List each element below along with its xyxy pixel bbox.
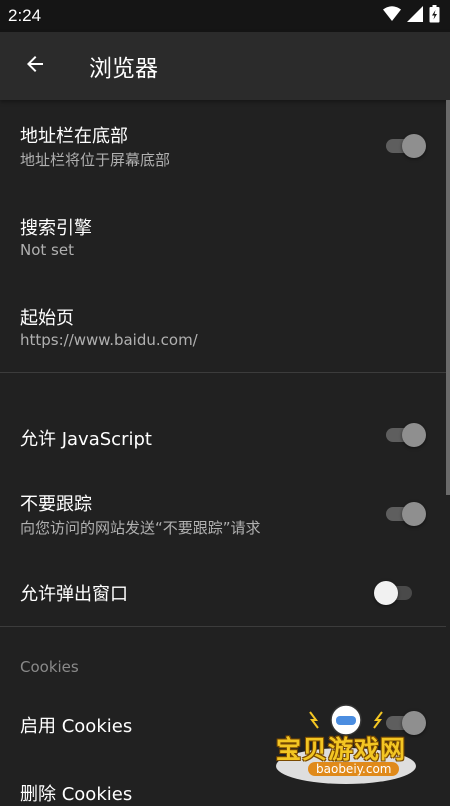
signal-icon xyxy=(407,6,423,26)
status-bar: 2:24 xyxy=(0,0,450,32)
setting-title: 启用 Cookies xyxy=(20,716,133,737)
divider xyxy=(0,372,446,373)
setting-title: 允许 JavaScript xyxy=(20,429,152,450)
setting-subtitle: 向您访问的网站发送“不要跟踪”请求 xyxy=(20,519,261,537)
status-time: 2:24 xyxy=(8,6,42,25)
divider xyxy=(0,626,446,627)
allow-popups-switch[interactable] xyxy=(374,580,416,606)
setting-start-page[interactable]: 起始页 https://www.baidu.com/ xyxy=(0,282,446,372)
setting-subtitle: https://www.baidu.com/ xyxy=(20,331,198,349)
page-title: 浏览器 xyxy=(89,56,158,82)
setting-allow-popups[interactable]: 允许弹出窗口 xyxy=(0,554,446,626)
arrow-back-icon xyxy=(23,52,47,80)
setting-subtitle: 地址栏将位于屏幕底部 xyxy=(20,151,171,169)
setting-allow-javascript[interactable]: 允许 JavaScript xyxy=(0,396,446,474)
setting-title: 不要跟踪 xyxy=(20,494,92,515)
setting-title: 起始页 xyxy=(20,308,74,329)
watermark-text: 宝贝游戏网 xyxy=(276,735,407,764)
switch-thumb xyxy=(402,423,426,447)
battery-icon xyxy=(429,5,440,27)
setting-title: 允许弹出窗口 xyxy=(20,584,128,605)
watermark-logo: 宝贝游戏网 baobeiy.com xyxy=(274,700,424,788)
wifi-icon xyxy=(383,6,401,26)
setting-do-not-track[interactable]: 不要跟踪 向您访问的网站发送“不要跟踪”请求 xyxy=(0,474,446,554)
app-bar: 浏览器 xyxy=(0,32,450,100)
setting-title: 搜索引擎 xyxy=(20,218,92,239)
setting-title: 地址栏在底部 xyxy=(20,126,128,147)
setting-subtitle: Not set xyxy=(20,241,74,259)
setting-address-bar-bottom[interactable]: 地址栏在底部 地址栏将位于屏幕底部 xyxy=(0,100,446,192)
setting-title: 删除 Cookies xyxy=(20,784,133,805)
status-icons xyxy=(383,5,440,27)
back-button[interactable] xyxy=(17,48,53,84)
switch-thumb xyxy=(402,502,426,526)
address-bar-bottom-switch[interactable] xyxy=(384,133,426,159)
switch-thumb xyxy=(374,581,398,605)
watermark-url: baobeiy.com xyxy=(308,762,400,776)
setting-search-engine[interactable]: 搜索引擎 Not set xyxy=(0,192,446,282)
allow-javascript-switch[interactable] xyxy=(384,422,426,448)
section-header-cookies: Cookies xyxy=(20,658,79,676)
scrollbar[interactable] xyxy=(446,100,450,495)
switch-thumb xyxy=(402,134,426,158)
do-not-track-switch[interactable] xyxy=(384,501,426,527)
